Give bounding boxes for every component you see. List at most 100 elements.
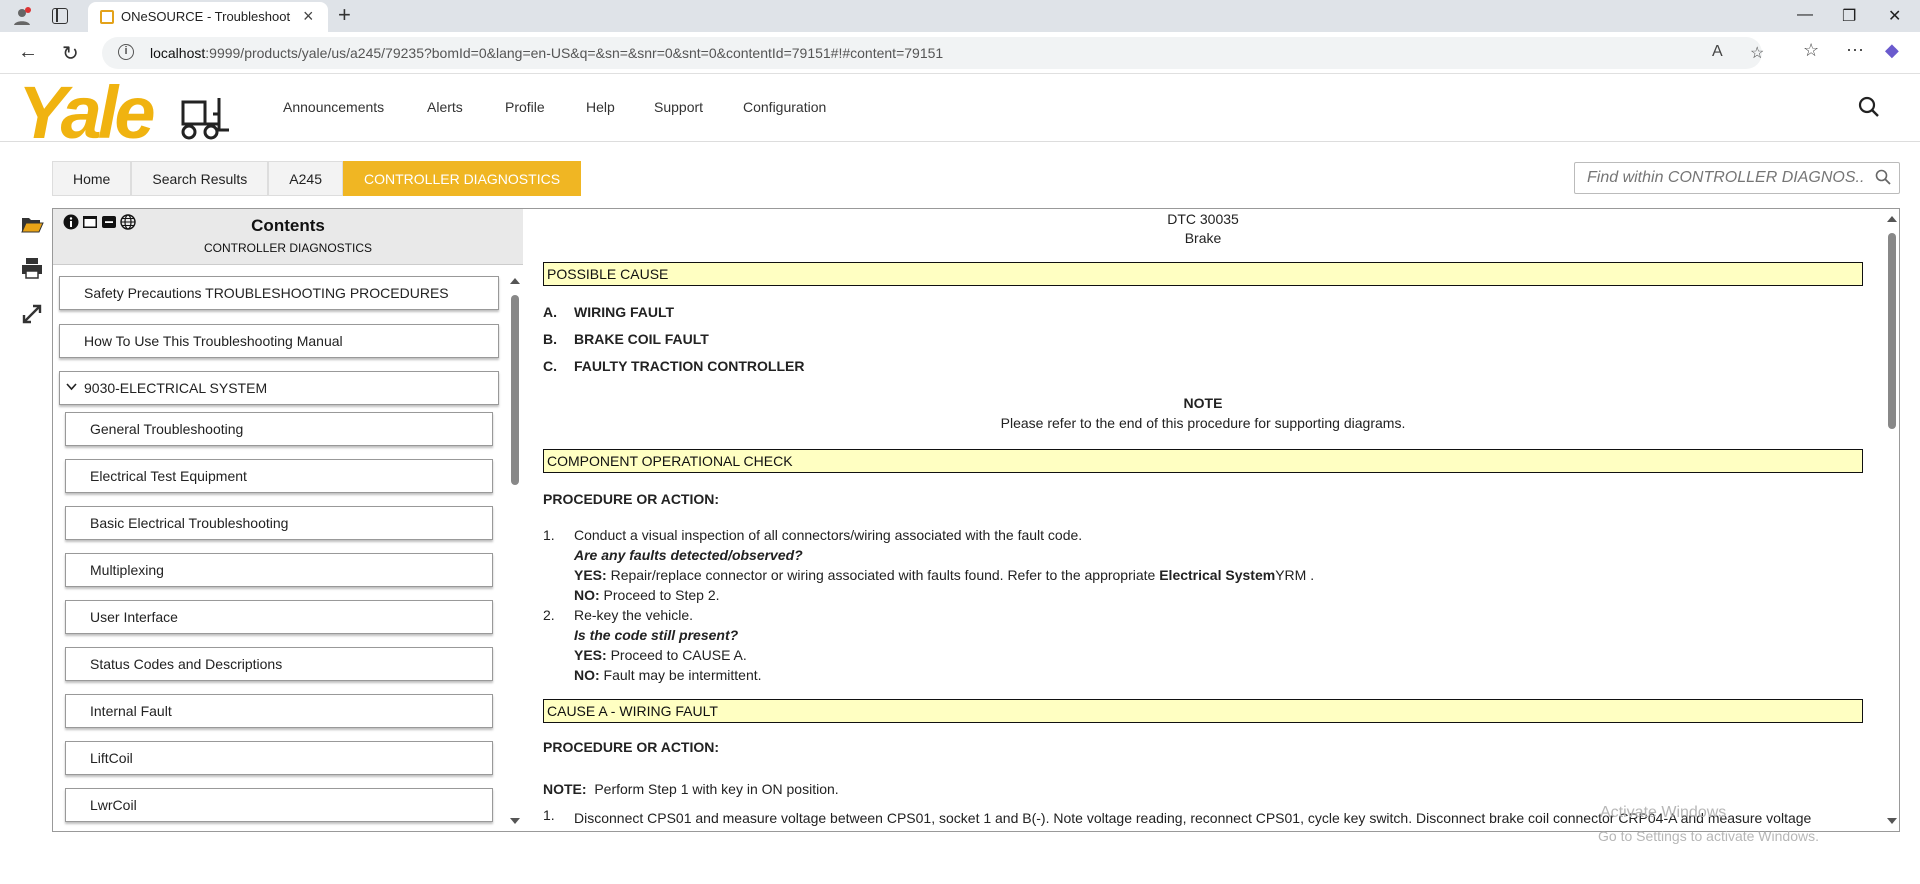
step2-yes: YES: Proceed to CAUSE A. (574, 647, 747, 663)
procedure-label-2: PROCEDURE OR ACTION: (543, 739, 720, 755)
section-component-check: COMPONENT OPERATIONAL CHECK (543, 449, 1863, 473)
url-text: localhost:9999/products/yale/us/a245/792… (150, 45, 944, 61)
contents-title: Contents (251, 216, 325, 235)
toc-item-safety[interactable]: Safety Precautions TROUBLESHOOTING PROCE… (59, 276, 499, 310)
tab-title: ONeSOURCE - Troubleshooting - (121, 9, 291, 24)
note-title: NOTE (1183, 395, 1223, 411)
cause-a-link[interactable]: CAUSE A (682, 647, 743, 663)
more-options-icon[interactable]: ⋯ (1846, 40, 1864, 61)
doc-scroll-up-icon[interactable] (1887, 215, 1897, 223)
nav-help[interactable]: Help (586, 99, 615, 115)
contents-header: Contents CONTROLLER DIAGNOSTICS (53, 209, 523, 265)
read-aloud-icon[interactable]: A (1712, 43, 1723, 61)
note2: NOTE: Perform Step 1 with key in ON posi… (543, 781, 839, 797)
contents-scroll-thumb[interactable] (511, 295, 519, 485)
favorite-star-icon[interactable]: ☆ (1750, 43, 1764, 63)
dtc-code: DTC 30035 (1167, 211, 1239, 227)
step1-no: NO: Proceed to Step 2. (574, 587, 720, 603)
step1-yes: YES: Repair/replace connector or wiring … (574, 567, 1315, 583)
toc-item-basic-electrical[interactable]: Basic Electrical Troubleshooting (65, 506, 493, 540)
step2-text: Re-key the vehicle. (574, 607, 694, 623)
cause-c-letter: C. (543, 358, 557, 374)
copilot-icon[interactable]: ◆ (1885, 40, 1899, 61)
breadcrumb-controller-diagnostics[interactable]: CONTROLLER DIAGNOSTICS (343, 161, 582, 196)
find-search-icon[interactable] (1875, 169, 1891, 185)
toc-item-internal-fault[interactable]: Internal Fault (65, 694, 493, 728)
restore-icon[interactable]: ❐ (1842, 6, 1856, 26)
tab-actions-icon[interactable] (52, 8, 68, 24)
search-icon[interactable] (1858, 96, 1880, 118)
close-window-icon[interactable]: ✕ (1888, 6, 1901, 26)
cause-a-step1-number: 1. (543, 807, 555, 823)
nav-configuration[interactable]: Configuration (743, 99, 826, 115)
contents-subtitle: CONTROLLER DIAGNOSTICS (203, 241, 373, 255)
folder-open-icon[interactable] (20, 212, 44, 236)
nav-profile[interactable]: Profile (505, 99, 545, 115)
toc-item-status-codes[interactable]: Status Codes and Descriptions (65, 647, 493, 681)
breadcrumb-a245[interactable]: A245 (268, 161, 343, 196)
toc-item-electrical-test-equipment[interactable]: Electrical Test Equipment (65, 459, 493, 493)
app-header: Yale Announcements Alerts Profile Help S… (0, 71, 1920, 154)
toc-item-general-troubleshooting[interactable]: General Troubleshooting (65, 412, 493, 446)
doc-scroll-down-icon[interactable] (1887, 817, 1897, 825)
url-field[interactable]: i localhost:9999/products/yale/us/a245/7… (102, 37, 1764, 69)
note-text: Please refer to the end of this procedur… (1000, 415, 1406, 431)
yale-logo[interactable]: Yale (18, 71, 233, 154)
nav-announcements[interactable]: Announcements (283, 99, 384, 115)
cause-c-text: FAULTY TRACTION CONTROLLER (574, 358, 805, 374)
step1-number: 1. (543, 527, 555, 543)
toc-item-electrical-system[interactable]: 9030-ELECTRICAL SYSTEM (59, 371, 499, 405)
step2-no: NO: Fault may be intermittent. (574, 667, 762, 683)
nav-support[interactable]: Support (654, 99, 703, 115)
scroll-up-icon[interactable] (510, 277, 520, 285)
contents-panel: Contents CONTROLLER DIAGNOSTICS Safety P… (52, 208, 524, 832)
contents-scrollbar[interactable] (509, 273, 521, 829)
toc-item-user-interface[interactable]: User Interface (65, 600, 493, 634)
step2-question: Is the code still present? (574, 627, 739, 643)
find-within-input[interactable] (1585, 167, 1865, 189)
toc-item-multiplexing[interactable]: Multiplexing (65, 553, 493, 587)
minimize-icon[interactable]: — (1797, 6, 1813, 24)
cause-b-text: BRAKE COIL FAULT (574, 331, 709, 347)
scroll-down-icon[interactable] (510, 817, 520, 825)
toc-item-lwrcoil[interactable]: LwrCoil (65, 788, 493, 822)
breadcrumb: Home Search Results A245 CONTROLLER DIAG… (52, 161, 582, 196)
profile-icon[interactable] (12, 6, 32, 26)
print-icon[interactable] (20, 256, 44, 280)
step1-text: Conduct a visual inspection of all conne… (574, 527, 1083, 543)
cause-a-text: WIRING FAULT (574, 304, 675, 320)
dtc-name: Brake (1184, 230, 1222, 246)
activate-windows-title: Activate Windows (1600, 804, 1727, 821)
section-cause-a: CAUSE A - WIRING FAULT (543, 699, 1863, 723)
favorites-icon[interactable]: ☆ (1803, 40, 1819, 61)
site-info-icon[interactable]: i (118, 44, 134, 60)
browser-tab[interactable]: ONeSOURCE - Troubleshooting - × (88, 2, 328, 32)
expand-icon[interactable] (20, 302, 44, 326)
breadcrumb-search-results[interactable]: Search Results (131, 161, 269, 196)
refresh-icon[interactable]: ↻ (62, 41, 79, 66)
browser-tab-bar: ONeSOURCE - Troubleshooting - × + — ❐ ✕ (0, 0, 1920, 32)
close-tab-icon[interactable]: × (303, 6, 314, 27)
step2-link[interactable]: Step 2 (675, 587, 715, 603)
toc-item-liftcoil[interactable]: LiftCoil (65, 741, 493, 775)
step1-question: Are any faults detected/observed? (574, 547, 803, 563)
activate-windows-subtitle: Go to Settings to activate Windows. (1598, 828, 1819, 844)
back-icon[interactable]: ← (18, 41, 38, 64)
cause-a-letter: A. (543, 304, 557, 320)
section-possible-cause: POSSIBLE CAUSE (543, 262, 1863, 286)
nav-alerts[interactable]: Alerts (427, 99, 463, 115)
forklift-icon (181, 98, 229, 140)
document-panel: DTC 30035 Brake POSSIBLE CAUSE A. WIRING… (523, 208, 1900, 832)
breadcrumb-home[interactable]: Home (52, 161, 132, 196)
favicon-icon (100, 10, 114, 24)
address-bar: ← ↻ i localhost:9999/products/yale/us/a2… (0, 32, 1920, 74)
new-tab-icon[interactable]: + (338, 2, 351, 28)
document-scrollbar[interactable] (1885, 211, 1899, 829)
find-within-box (1574, 162, 1900, 194)
toc-item-how-to-use[interactable]: How To Use This Troubleshooting Manual (59, 324, 499, 358)
chevron-down-icon[interactable] (66, 383, 77, 391)
cause-b-letter: B. (543, 331, 557, 347)
procedure-label: PROCEDURE OR ACTION: (543, 491, 720, 507)
step2-number: 2. (543, 607, 555, 623)
document-scroll-thumb[interactable] (1888, 233, 1896, 429)
